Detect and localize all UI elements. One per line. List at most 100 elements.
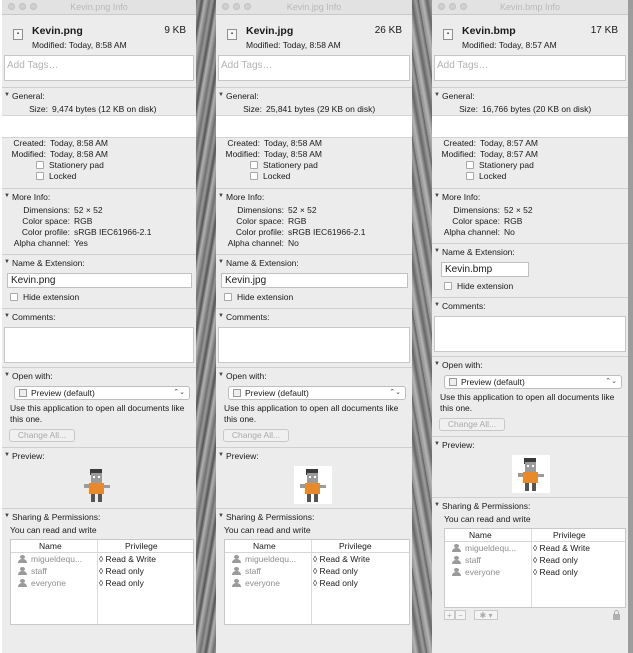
perm-privilege[interactable]: ◊ Read only [533, 554, 578, 566]
add-permission-button[interactable]: + [444, 610, 455, 620]
change-all-button[interactable]: Change All... [9, 429, 75, 442]
hide-extension-checkbox[interactable] [444, 282, 452, 290]
section-open-with[interactable]: ▼ Open with: [432, 356, 628, 373]
locked-checkbox[interactable] [250, 172, 258, 180]
change-all-button[interactable]: Change All... [439, 418, 505, 431]
section-preview[interactable]: ▼ Preview: [2, 447, 196, 464]
name-field[interactable]: Kevin.bmp [441, 262, 529, 277]
section-name-extension[interactable]: ▼ Name & Extension: [2, 254, 196, 271]
change-all-button[interactable]: Change All... [223, 429, 289, 442]
section-comments[interactable]: ▼ Comments: [432, 297, 628, 314]
locked-row[interactable]: Locked [216, 171, 412, 182]
disclosure-triangle-icon[interactable]: ▼ [218, 92, 224, 98]
header-privilege[interactable]: Privilege [125, 540, 158, 552]
perm-privilege[interactable]: ◊ Read only [313, 565, 358, 577]
stationery-row[interactable]: Stationery pad [432, 160, 628, 171]
section-more-info[interactable]: ▼ More Info: [2, 188, 196, 205]
locked-checkbox[interactable] [466, 172, 474, 180]
section-general[interactable]: ▼ General: [432, 87, 628, 104]
disclosure-triangle-icon[interactable]: ▼ [4, 259, 10, 265]
table-row[interactable]: migueldequ... ◊ Read & Write [225, 553, 409, 565]
section-comments[interactable]: ▼ Comments: [2, 308, 196, 325]
header-name[interactable]: Name [39, 540, 62, 552]
section-sharing[interactable]: ▼ Sharing & Permissions: [432, 497, 628, 514]
disclosure-triangle-icon[interactable]: ▼ [434, 248, 440, 254]
header-privilege[interactable]: Privilege [339, 540, 372, 552]
tags-field[interactable]: Add Tags… [4, 55, 194, 81]
section-open-with[interactable]: ▼ Open with: [2, 367, 196, 384]
tags-field[interactable]: Add Tags… [218, 55, 410, 81]
open-with-select[interactable]: Preview (default) ⌃⌄ [444, 375, 622, 389]
table-row[interactable]: everyone ◊ Read only [225, 577, 409, 589]
table-row[interactable]: staff ◊ Read only [445, 554, 625, 566]
open-with-select[interactable]: Preview (default) ⌃⌄ [228, 386, 406, 400]
section-general[interactable]: ▼ General: [2, 87, 196, 104]
hide-extension-row[interactable]: Hide extension [432, 281, 628, 292]
disclosure-triangle-icon[interactable]: ▼ [218, 259, 224, 265]
section-more-info[interactable]: ▼ More Info: [216, 188, 412, 205]
comments-field[interactable] [434, 316, 626, 352]
disclosure-triangle-icon[interactable]: ▼ [4, 92, 10, 98]
table-row[interactable]: migueldequ... ◊ Read & Write [11, 553, 193, 565]
section-general[interactable]: ▼ General: [216, 87, 412, 104]
header-name[interactable]: Name [469, 529, 492, 541]
stationery-checkbox[interactable] [466, 161, 474, 169]
disclosure-triangle-icon[interactable]: ▼ [218, 313, 224, 319]
hide-extension-row[interactable]: Hide extension [2, 292, 196, 303]
lock-icon[interactable] [611, 610, 622, 620]
disclosure-triangle-icon[interactable]: ▼ [218, 193, 224, 199]
disclosure-triangle-icon[interactable]: ▼ [434, 193, 440, 199]
section-preview[interactable]: ▼ Preview: [432, 436, 628, 453]
stationery-checkbox[interactable] [36, 161, 44, 169]
disclosure-triangle-icon[interactable]: ▼ [434, 502, 440, 508]
perm-privilege[interactable]: ◊ Read only [99, 577, 144, 589]
perm-privilege[interactable]: ◊ Read only [313, 577, 358, 589]
disclosure-triangle-icon[interactable]: ▼ [434, 92, 440, 98]
disclosure-triangle-icon[interactable]: ▼ [4, 313, 10, 319]
disclosure-triangle-icon[interactable]: ▼ [434, 441, 440, 447]
section-comments[interactable]: ▼ Comments: [216, 308, 412, 325]
header-name[interactable]: Name [253, 540, 276, 552]
disclosure-triangle-icon[interactable]: ▼ [4, 452, 10, 458]
hide-extension-checkbox[interactable] [224, 293, 232, 301]
section-preview[interactable]: ▼ Preview: [216, 447, 412, 464]
perm-privilege[interactable]: ◊ Read only [99, 565, 144, 577]
disclosure-triangle-icon[interactable]: ▼ [218, 372, 224, 378]
perm-privilege[interactable]: ◊ Read only [533, 566, 578, 578]
locked-row[interactable]: Locked [2, 171, 196, 182]
comments-field[interactable] [4, 327, 194, 363]
gear-icon[interactable]: ✱ ▾ [474, 610, 498, 620]
table-row[interactable]: everyone ◊ Read only [445, 566, 625, 578]
disclosure-triangle-icon[interactable]: ▼ [4, 513, 10, 519]
remove-permission-button[interactable]: − [455, 610, 466, 620]
section-open-with[interactable]: ▼ Open with: [216, 367, 412, 384]
stationery-row[interactable]: Stationery pad [216, 160, 412, 171]
disclosure-triangle-icon[interactable]: ▼ [434, 361, 440, 367]
section-sharing[interactable]: ▼ Sharing & Permissions: [2, 508, 196, 525]
perm-privilege[interactable]: ◊ Read & Write [99, 553, 156, 565]
stationery-checkbox[interactable] [250, 161, 258, 169]
locked-checkbox[interactable] [36, 172, 44, 180]
section-name-extension[interactable]: ▼ Name & Extension: [216, 254, 412, 271]
table-row[interactable]: everyone ◊ Read only [11, 577, 193, 589]
table-row[interactable]: staff ◊ Read only [11, 565, 193, 577]
title-bar[interactable]: Kevin.jpg Info [216, 0, 412, 15]
disclosure-triangle-icon[interactable]: ▼ [4, 372, 10, 378]
title-bar[interactable]: Kevin.png Info [2, 0, 196, 15]
section-sharing[interactable]: ▼ Sharing & Permissions: [216, 508, 412, 525]
stationery-row[interactable]: Stationery pad [2, 160, 196, 171]
name-field[interactable]: Kevin.jpg [221, 273, 408, 288]
hide-extension-row[interactable]: Hide extension [216, 292, 412, 303]
disclosure-triangle-icon[interactable]: ▼ [218, 513, 224, 519]
comments-field[interactable] [218, 327, 410, 363]
header-privilege[interactable]: Privilege [553, 529, 586, 541]
section-name-extension[interactable]: ▼ Name & Extension: [432, 243, 628, 260]
perm-privilege[interactable]: ◊ Read & Write [313, 553, 370, 565]
disclosure-triangle-icon[interactable]: ▼ [218, 452, 224, 458]
disclosure-triangle-icon[interactable]: ▼ [4, 193, 10, 199]
open-with-select[interactable]: Preview (default) ⌃⌄ [14, 386, 190, 400]
name-field[interactable]: Kevin.png [7, 273, 192, 288]
hide-extension-checkbox[interactable] [10, 293, 18, 301]
tags-field[interactable]: Add Tags… [434, 55, 626, 81]
table-row[interactable]: migueldequ... ◊ Read & Write [445, 542, 625, 554]
